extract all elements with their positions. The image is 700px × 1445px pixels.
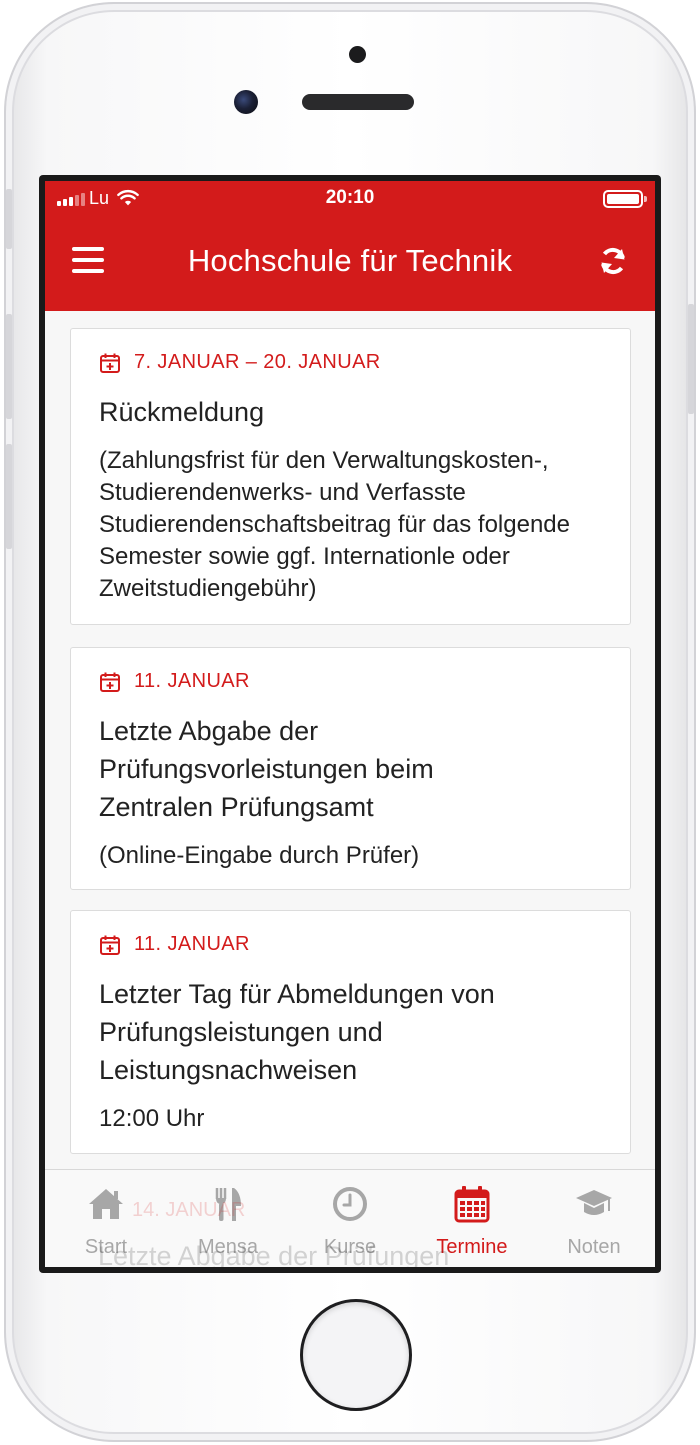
- event-title-line: Zentralen Prüfungsamt: [99, 792, 374, 822]
- event-title: Rückmeldung: [99, 397, 265, 427]
- event-title: Letzte Abgabe der Prüfungsvorleistungen …: [99, 712, 434, 826]
- event-date: 11. JANUAR: [99, 670, 250, 693]
- event-title-line: Letzter Tag für Abmeldungen von: [99, 979, 495, 1009]
- calendar-plus-icon: [100, 935, 120, 955]
- event-date: 7. JANUAR – 20. JANUAR: [99, 351, 381, 374]
- home-icon: [89, 1189, 123, 1219]
- event-title: Letzter Tag für Abmeldungen von Prüfungs…: [99, 975, 495, 1089]
- page-title: Hochschule für Technik: [187, 243, 513, 278]
- tab-start[interactable]: Start: [45, 1170, 167, 1267]
- calendar-icon: [454, 1186, 490, 1223]
- tab-label: Noten: [567, 1236, 621, 1258]
- tab-bar: Start Mensa Kurse Termine Noten: [45, 1169, 655, 1267]
- event-title-line: Prüfungsvorleistungen beim: [99, 754, 434, 784]
- mute-switch: [6, 189, 12, 249]
- event-description: (Zahlungsfrist für den Verwaltungskosten…: [99, 447, 570, 602]
- event-title-line: Leistungsnachweisen: [99, 1055, 358, 1085]
- refresh-icon[interactable]: [597, 245, 629, 277]
- header-bar: Lu 20:10 Hochschule für Technik: [45, 181, 655, 311]
- volume-down-button: [6, 444, 12, 549]
- event-title-line: Prüfungsleistungen und: [99, 1017, 383, 1047]
- proximity-sensor: [349, 46, 366, 63]
- event-title-line: Letzte Abgabe der: [99, 716, 319, 746]
- home-button[interactable]: [300, 1299, 412, 1411]
- cutlery-icon: [215, 1188, 241, 1221]
- event-date-label: 11. JANUAR: [134, 670, 250, 692]
- event-description: (Online-Eingabe durch Prüfer): [99, 842, 420, 869]
- power-button: [688, 304, 694, 414]
- status-time: 20:10: [325, 187, 375, 208]
- event-card[interactable]: 11. JANUAR Letzte Abgabe der Prüfungsvor…: [70, 647, 631, 890]
- calendar-plus-icon: [100, 353, 120, 373]
- front-camera: [234, 90, 258, 114]
- event-date-label: 11. JANUAR: [134, 933, 250, 955]
- tab-noten[interactable]: Noten: [533, 1170, 655, 1267]
- status-bar: Lu 20:10: [45, 181, 655, 217]
- earpiece-speaker: [302, 94, 414, 110]
- app-screen: Lu 20:10 Hochschule für Technik 7. JANUA…: [45, 181, 655, 1267]
- tab-termine[interactable]: Termine: [411, 1170, 533, 1267]
- event-card[interactable]: 7. JANUAR – 20. JANUAR Rückmeldung (Zahl…: [70, 328, 631, 625]
- tab-label: Termine: [436, 1236, 508, 1258]
- tab-label: Kurse: [323, 1236, 377, 1258]
- tab-label: Start: [84, 1236, 128, 1258]
- volume-up-button: [6, 314, 12, 419]
- events-list: 7. JANUAR – 20. JANUAR Rückmeldung (Zahl…: [45, 311, 655, 1171]
- tab-label: Mensa: [197, 1236, 259, 1258]
- event-date-label: 7. JANUAR – 20. JANUAR: [134, 351, 381, 373]
- event-description: 12:00 Uhr: [99, 1105, 205, 1132]
- tab-mensa[interactable]: Mensa: [167, 1170, 289, 1267]
- event-card[interactable]: 11. JANUAR Letzter Tag für Abmeldungen v…: [70, 910, 631, 1154]
- calendar-plus-icon: [100, 672, 120, 692]
- event-date: 11. JANUAR: [99, 933, 250, 956]
- battery-icon: [603, 190, 647, 208]
- clock-icon: [333, 1187, 367, 1221]
- tab-kurse[interactable]: Kurse: [289, 1170, 411, 1267]
- graduation-cap-icon: [576, 1190, 612, 1215]
